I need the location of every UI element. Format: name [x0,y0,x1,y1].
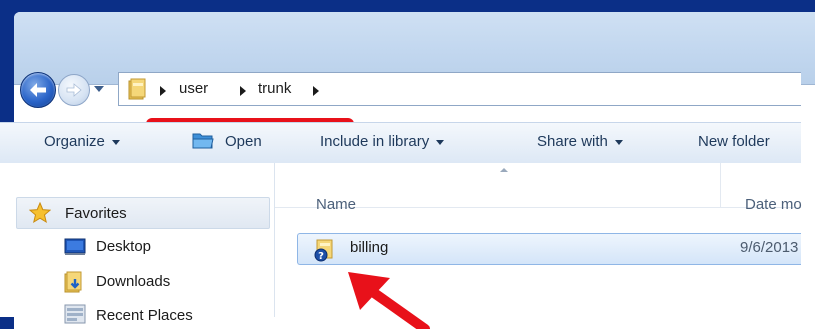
recent-places-icon [64,304,86,324]
nav-item-downloads[interactable]: Downloads [64,269,264,295]
forward-button[interactable] [58,74,90,106]
favorites-label: Favorites [65,205,127,222]
new-folder-button[interactable]: New folder [698,133,770,150]
desktop-icon [64,238,86,255]
share-with-button[interactable]: Share with [537,133,623,150]
recent-places-label: Recent Places [96,307,193,324]
share-with-label: Share with [537,133,608,150]
breadcrumb-separator-icon[interactable] [240,86,246,96]
arrow-right-icon [66,83,82,97]
file-date-modified: 9/6/2013 [740,239,799,256]
organize-button[interactable]: Organize [44,133,120,150]
folder-icon [128,78,146,100]
caret-down-icon [614,139,623,145]
open-label: Open [225,133,262,150]
caret-down-icon [436,139,445,145]
nav-item-favorites[interactable]: Favorites [16,197,270,229]
breadcrumb-separator-icon[interactable] [160,86,166,96]
back-button[interactable] [20,72,56,108]
command-bar: Organize Open Include in library Share w… [0,122,801,164]
recent-pages-chevron-icon[interactable] [94,86,104,92]
downloads-label: Downloads [96,273,171,290]
include-in-library-label: Include in library [320,133,430,150]
downloads-folder-icon [64,271,82,293]
column-divider[interactable] [720,163,721,207]
arrow-left-icon [30,83,46,97]
svn-folder-icon: ? [314,239,333,262]
column-header-date-modified[interactable]: Date mo [745,196,802,213]
column-header-name[interactable]: Name [316,196,356,213]
breadcrumb-trunk[interactable]: trunk [258,80,291,97]
nav-item-desktop[interactable]: Desktop [64,235,264,261]
svg-text:?: ? [318,251,324,262]
nav-item-recent-places[interactable]: Recent Places [64,303,264,329]
breadcrumb-user[interactable]: user [179,80,208,97]
file-row-billing[interactable]: ? billing 9/6/2013 [297,233,801,265]
navigation-pane: Favorites Desktop Downloads Recent Place… [0,163,275,324]
organize-label: Organize [44,133,105,150]
address-bar[interactable]: user trunk [118,72,801,106]
desktop-label: Desktop [96,238,152,255]
file-name: billing [350,239,389,256]
column-header-row: Name Date mo [275,163,802,213]
breadcrumb-separator-icon[interactable] [313,86,319,96]
open-folder-icon [192,133,214,149]
annotation-arrow-icon [348,272,430,329]
include-in-library-button[interactable]: Include in library [320,133,445,150]
sort-ascending-icon [500,168,508,172]
caret-down-icon [111,139,120,145]
star-icon [29,202,51,224]
open-button[interactable]: Open [225,133,262,150]
new-folder-label: New folder [698,133,770,150]
